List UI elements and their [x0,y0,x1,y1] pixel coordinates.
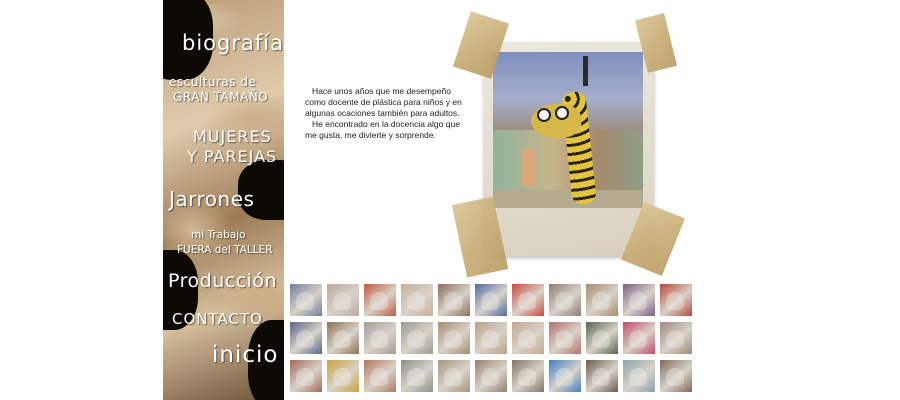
intro-paragraph-1: Hace unos años que me desempeño como doc… [305,86,462,118]
gallery-thumbnail[interactable] [290,284,322,316]
gallery-thumbnail[interactable] [290,360,322,392]
gallery-thumbnail[interactable] [327,284,359,316]
gallery-thumbnail[interactable] [401,360,433,392]
gallery-thumbnail[interactable] [660,284,692,316]
gallery-thumbnail[interactable] [364,322,396,354]
nav-trabajo-line2: FUERA del TALLER [177,244,273,256]
giraffe-eye-left [537,108,551,122]
gallery-thumbnail[interactable] [586,360,618,392]
gallery-thumbnail[interactable] [623,322,655,354]
gallery-thumbnail[interactable] [438,284,470,316]
nav-esculturas-link[interactable]: esculturas de GRAN TAMAÑO [169,75,268,105]
polaroid-frame [483,42,653,256]
gallery-thumbnail[interactable] [512,360,544,392]
gallery-thumbnail[interactable] [475,284,507,316]
nav-trabajo-line1: mi Trabajo [191,229,246,241]
gallery-thumbnail[interactable] [549,322,581,354]
gallery-thumbnail[interactable] [623,360,655,392]
intro-paragraph-2: He encontrado en la docencia algo que me… [305,119,460,140]
gallery-thumbnail[interactable] [512,284,544,316]
photo-pole [583,56,588,86]
intro-text: Hace unos años que me desempeño como doc… [305,86,470,141]
gallery-thumbnail[interactable] [327,322,359,354]
gallery-thumbnail[interactable] [660,360,692,392]
nav-esculturas-line2: GRAN TAMAÑO [173,90,269,104]
photo-mural-figure [521,148,535,186]
gallery-thumbnail[interactable] [660,322,692,354]
gallery-thumbnail[interactable] [401,284,433,316]
gallery-thumbnail[interactable] [549,284,581,316]
nav-biografia-link[interactable]: biografía [182,31,284,55]
gallery-thumbnail[interactable] [438,360,470,392]
gallery-thumbnail[interactable] [401,322,433,354]
nav-mujeres-line1: MUJERES [193,127,272,146]
giraffe-sculpture-photo [493,52,643,208]
giraffe-eye-right [555,106,569,120]
gallery-thumbnail[interactable] [512,322,544,354]
sidebar-nav: biografía esculturas de GRAN TAMAÑO MUJE… [163,0,284,400]
thumbnail-gallery [290,284,700,392]
nav-mujeres-link[interactable]: MUJERES Y PAREJAS [187,127,277,167]
gallery-thumbnail[interactable] [327,360,359,392]
gallery-thumbnail[interactable] [549,360,581,392]
gallery-thumbnail[interactable] [586,284,618,316]
nav-mujeres-line2: Y PAREJAS [187,147,278,166]
photo-ground [493,190,643,208]
nav-inicio-link[interactable]: inicio [212,342,278,368]
featured-photo [451,10,686,280]
nav-contacto-link[interactable]: CONTACTO [172,310,263,328]
gallery-thumbnail[interactable] [475,360,507,392]
gallery-thumbnail[interactable] [290,322,322,354]
gallery-thumbnail[interactable] [475,322,507,354]
gallery-thumbnail[interactable] [623,284,655,316]
gallery-thumbnail[interactable] [586,322,618,354]
gallery-thumbnail[interactable] [364,284,396,316]
gallery-thumbnail[interactable] [438,322,470,354]
nav-esculturas-line1: esculturas de [169,75,257,89]
nav-jarrones-link[interactable]: Jarrones [169,187,254,211]
nav-trabajo-link[interactable]: mi Trabajo FUERA del TALLER [177,228,273,258]
nav-produccion-link[interactable]: Producción [168,270,277,292]
gallery-thumbnail[interactable] [364,360,396,392]
